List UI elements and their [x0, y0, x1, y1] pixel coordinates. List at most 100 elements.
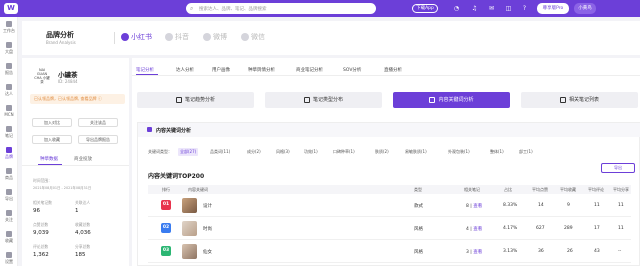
keyword: 设计	[203, 204, 212, 209]
sidebar-item-report[interactable]: 报告	[0, 63, 18, 76]
filter-style[interactable]: 风格(3)	[276, 149, 290, 155]
notes-icon	[6, 126, 12, 132]
avg-likes: 14	[538, 203, 544, 208]
avg-shares: 11	[618, 226, 624, 231]
follow-button[interactable]: 关注该品	[78, 118, 118, 127]
cart-icon[interactable]: ◫	[504, 4, 513, 13]
add-collection-button[interactable]: 加入收藏	[32, 135, 72, 144]
brand-name: 小罐茶	[58, 71, 78, 79]
sidebar-item-notes[interactable]: 笔记	[0, 126, 18, 139]
keyword: 时尚	[203, 227, 212, 232]
keyword-analysis-button[interactable]: 内容关键词分析	[393, 92, 510, 108]
heart-icon	[6, 231, 12, 237]
mcn-icon	[6, 105, 12, 111]
filter-label: 关键词类型：	[148, 149, 172, 154]
search-box[interactable]: ⌕ 搜索达人、品牌、笔记、品牌搜索	[186, 3, 376, 14]
col-ratio: 占比	[504, 187, 512, 192]
view-link[interactable]: 查看	[473, 227, 482, 232]
sidebar-item-goods[interactable]: 商品	[0, 168, 18, 181]
avg-comments: 43	[594, 249, 600, 254]
col-likes: 平均点赞	[532, 187, 548, 192]
mail-icon[interactable]: ✉	[487, 4, 496, 13]
rank-badge: 03	[161, 246, 171, 256]
document-icon	[303, 96, 310, 103]
keyword-type: 风格	[414, 250, 423, 255]
section-icon	[147, 127, 152, 132]
sidebar-item-mcn[interactable]: MCN	[0, 105, 18, 117]
tab-commercial[interactable]: 商业投放	[74, 156, 92, 162]
user-menu[interactable]: 小黄鸟	[574, 3, 596, 14]
filter-wom[interactable]: 口碑种草(1)	[333, 149, 355, 155]
platform-tab-weibo[interactable]: 微博	[203, 32, 227, 42]
search-input[interactable]: 搜索达人、品牌、笔记、品牌搜索	[199, 6, 267, 12]
tab-sentiment[interactable]: 种草舆情分析	[248, 67, 275, 73]
export-report-button[interactable]: 导出品牌报告	[78, 135, 118, 144]
filter-ingredient[interactable]: 成分(2)	[247, 149, 261, 155]
platform-tab-weixin[interactable]: 微信	[241, 32, 265, 42]
note-trend-button[interactable]: 笔记趋势分析	[137, 92, 254, 108]
keyword-thumbnail	[182, 244, 197, 259]
sidebar-item-follow[interactable]: 关注	[0, 210, 18, 223]
buy-pro-button[interactable]: 尊享版Pro	[537, 3, 569, 14]
header-divider	[114, 32, 115, 44]
filter-skin[interactable]: 肤质(2)	[375, 149, 389, 155]
time-range-value: 2021年08月01日 - 2021年08月31日	[33, 186, 92, 190]
keyword: 仙女	[203, 250, 212, 255]
sidebar-item-workbench[interactable]: 工作台	[0, 21, 18, 34]
rank-badge: 01	[161, 200, 171, 210]
page-header: 品牌分析 Brand Analysis 小红书 抖音 微博 微信	[22, 21, 640, 55]
view-link[interactable]: 查看	[473, 250, 482, 255]
table-row[interactable]: 01 设计 款式 8 | 查看 8.33% 14 9 11 11	[148, 195, 631, 217]
filter-overall[interactable]: 整体(1)	[490, 149, 504, 155]
keyword-type: 风格	[414, 227, 423, 232]
table-row[interactable]: 03 仙女 风格 3 | 查看 3.13% 36 26 43 --	[148, 241, 631, 263]
douyin-icon	[165, 33, 173, 41]
section-header: 内容关键词分析	[138, 123, 640, 137]
page-title: 品牌分析	[46, 31, 74, 39]
main-panel: 笔记分析 达人分析 用户画像 种草舆情分析 商业笔记分析 SOV分析 直播分析 …	[132, 58, 640, 266]
platform-tab-douyin[interactable]: 抖音	[165, 32, 189, 42]
table-row[interactable]: 02 时尚 风格 4 | 查看 4.17% 627 289 17 11	[148, 218, 631, 240]
sidebar-item-settings[interactable]: 设置	[0, 252, 18, 265]
note-list-button[interactable]: 相关笔记列表	[521, 92, 638, 108]
filter-category[interactable]: 品类词(11)	[210, 149, 230, 155]
tab-commercial-notes[interactable]: 商业笔记分析	[296, 67, 323, 73]
sidebar-item-collect[interactable]: 收藏	[0, 231, 18, 244]
tab-user-profile[interactable]: 用户画像	[212, 67, 230, 73]
brand-id: ID: 24844	[58, 79, 78, 84]
filter-effect[interactable]: 功效(1)	[304, 149, 318, 155]
keyword-icon	[429, 96, 436, 103]
view-link[interactable]: 查看	[473, 204, 482, 209]
tab-live[interactable]: 直播分析	[384, 67, 402, 73]
tab-sov[interactable]: SOV分析	[343, 67, 361, 73]
filter-package[interactable]: 外观包装(1)	[448, 149, 470, 155]
download-app-button[interactable]: 下载App	[412, 4, 438, 13]
avg-comments: 17	[594, 226, 600, 231]
help-icon[interactable]: ?	[520, 4, 529, 13]
keyword-thumbnail	[182, 221, 197, 236]
col-notes: 相关笔记	[464, 187, 480, 192]
filter-all[interactable]: 全部(27)	[178, 148, 199, 156]
market-icon	[6, 42, 12, 48]
sidebar-item-kol[interactable]: 达人	[0, 84, 18, 97]
sidebar-item-brand[interactable]: 品牌	[0, 147, 18, 160]
bell-icon[interactable]: ♫	[470, 4, 479, 13]
related-notes: 3 | 查看	[466, 250, 483, 255]
note-type-button[interactable]: 笔记类型分布	[265, 92, 382, 108]
history-icon[interactable]: ◔	[452, 4, 461, 13]
tab-note-analysis[interactable]: 笔记分析	[136, 67, 154, 73]
sidebar-item-market[interactable]: 大盘	[0, 42, 18, 55]
tab-kol-analysis[interactable]: 达人分析	[176, 67, 194, 73]
brand-logo: NAI GUAN CHA 小罐茶	[34, 68, 50, 84]
platform-tab-xiaohongshu[interactable]: 小红书	[121, 32, 152, 42]
ratio: 3.13%	[503, 249, 518, 254]
filter-other[interactable]: 部工(1)	[519, 149, 533, 155]
claim-notice[interactable]: 已认领品牌，已认领品牌, 查看品牌 ⓘ	[30, 94, 125, 104]
tab-seeding-data[interactable]: 种草数据	[40, 156, 58, 162]
filter-sensitive[interactable]: 易敏肤质(1)	[405, 149, 427, 155]
col-type: 类型	[414, 187, 422, 192]
add-compare-button[interactable]: 加入对比	[32, 118, 72, 127]
app-logo[interactable]: W	[4, 3, 18, 14]
export-button[interactable]: 导出	[601, 163, 635, 173]
sidebar-item-export[interactable]: 导出	[0, 189, 18, 202]
